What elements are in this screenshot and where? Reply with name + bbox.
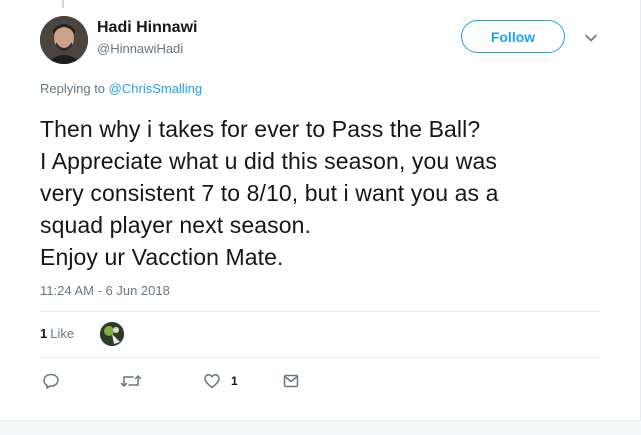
tweet-text-line: very consistent 7 to 8/10, but i want yo… bbox=[40, 180, 499, 206]
likes-stat-label: Like bbox=[50, 326, 75, 341]
retweet-button[interactable] bbox=[120, 371, 142, 391]
liker-avatar[interactable] bbox=[100, 322, 124, 346]
bottom-strip bbox=[0, 420, 641, 435]
tweet-text-line: squad player next season. bbox=[40, 212, 312, 238]
reply-button[interactable] bbox=[42, 371, 60, 391]
author-display-name[interactable]: Hadi Hinnawi bbox=[97, 19, 197, 37]
likes-stat[interactable]: 1 Like bbox=[40, 326, 74, 341]
direct-message-button[interactable] bbox=[282, 371, 300, 391]
like-count: 1 bbox=[231, 374, 238, 388]
tweet-timestamp[interactable]: 11:24 AM - 6 Jun 2018 bbox=[40, 283, 170, 298]
divider bbox=[40, 357, 600, 358]
follow-button[interactable]: Follow bbox=[461, 20, 565, 53]
reply-mention-link[interactable]: @ChrisSmalling bbox=[109, 81, 202, 96]
heart-icon bbox=[203, 372, 221, 390]
tweet-text-line: Enjoy ur Vacction Mate. bbox=[40, 244, 284, 270]
thread-connector-line bbox=[62, 0, 64, 8]
like-button[interactable]: 1 bbox=[203, 371, 238, 391]
author-handle[interactable]: @HinnawiHadi bbox=[97, 41, 183, 56]
retweet-icon bbox=[120, 372, 142, 390]
reply-context: Replying to @ChrisSmalling bbox=[40, 81, 202, 96]
likes-stat-count: 1 bbox=[40, 326, 48, 341]
avatar[interactable] bbox=[40, 16, 88, 64]
chevron-down-icon[interactable] bbox=[582, 29, 600, 47]
tweet-text: Then why i takes for ever to Pass the Ba… bbox=[40, 113, 600, 273]
divider bbox=[40, 311, 600, 312]
envelope-icon bbox=[282, 372, 300, 390]
reply-icon bbox=[42, 372, 60, 390]
reply-prefix: Replying to bbox=[40, 81, 106, 96]
tweet-page: Hadi Hinnawi @HinnawiHadi Follow Replyin… bbox=[0, 0, 641, 435]
tweet-text-line: I Appreciate what u did this season, you… bbox=[40, 148, 497, 174]
tweet-text-line: Then why i takes for ever to Pass the Ba… bbox=[40, 116, 481, 142]
